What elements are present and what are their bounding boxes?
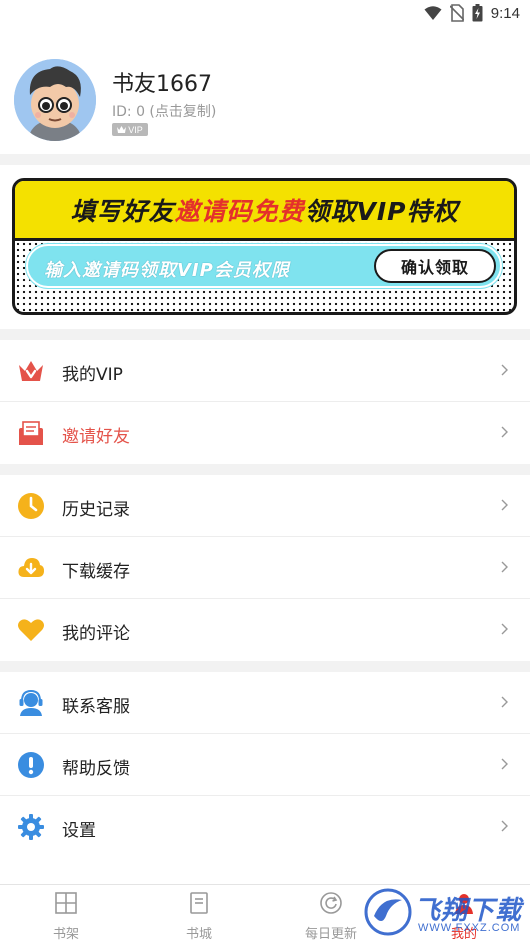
section-divider bbox=[0, 154, 530, 165]
invite-code-banner: 填写好友邀请码免费领取VIP特权 输入邀请码领取VIP会员权限 确认领取 bbox=[12, 178, 517, 315]
vip-badge: VIP bbox=[112, 123, 148, 136]
menu-label: 联系客服 bbox=[62, 697, 130, 717]
status-time: 9:14 bbox=[490, 4, 520, 22]
chevron-right-icon bbox=[501, 499, 508, 511]
menu-item-settings[interactable]: 设置 bbox=[0, 796, 530, 858]
chevron-right-icon bbox=[501, 561, 508, 573]
section-divider bbox=[0, 464, 530, 475]
customer-service-icon bbox=[19, 689, 43, 716]
invite-envelope-icon bbox=[19, 421, 43, 445]
refresh-icon bbox=[320, 892, 342, 914]
chevron-right-icon bbox=[501, 426, 508, 438]
menu-item-history[interactable]: 历史记录 bbox=[0, 475, 530, 537]
status-icons: 9:14 bbox=[424, 4, 520, 22]
username: 书友1667 bbox=[112, 72, 212, 97]
banner-title-part3: 免费 bbox=[252, 196, 305, 226]
menu-item-help-feedback[interactable]: 帮助反馈 bbox=[0, 734, 530, 796]
exclamation-icon bbox=[18, 752, 44, 778]
tab-label: 每日更新 bbox=[304, 927, 357, 942]
banner-title-part4: 领取VIP特权 bbox=[304, 196, 459, 226]
menu-item-customer-service[interactable]: 联系客服 bbox=[0, 672, 530, 734]
user-id-copy[interactable]: ID: 0 (点击复制) bbox=[112, 101, 216, 121]
vip-badge-label: VIP bbox=[128, 124, 143, 135]
tab-bookstore[interactable]: 书城 bbox=[159, 891, 239, 942]
cartoon-avatar-icon bbox=[14, 59, 96, 141]
clock-icon bbox=[18, 493, 44, 519]
cloud-download-icon bbox=[18, 558, 45, 577]
menu-label: 我的评论 bbox=[62, 624, 130, 644]
crown-icon bbox=[117, 126, 127, 133]
chevron-right-icon bbox=[501, 758, 508, 770]
vip-crown-icon bbox=[19, 361, 43, 381]
avatar[interactable] bbox=[14, 59, 96, 141]
menu-label: 邀请好友 bbox=[62, 427, 130, 447]
book-icon bbox=[190, 892, 208, 914]
menu-label: 历史记录 bbox=[62, 500, 130, 520]
menu-label: 帮助反馈 bbox=[62, 759, 130, 779]
invite-code-input[interactable]: 输入邀请码领取VIP会员权限 确认领取 bbox=[26, 244, 502, 288]
confirm-claim-button[interactable]: 确认领取 bbox=[374, 249, 496, 283]
chevron-right-icon bbox=[501, 623, 508, 635]
tab-label: 书架 bbox=[52, 927, 79, 942]
menu-label: 设置 bbox=[62, 821, 96, 841]
watermark: 飞翔下载 WWW.FXXZ.COM bbox=[364, 884, 524, 940]
banner-title-part2: 邀请码 bbox=[174, 196, 253, 226]
tab-bookshelf[interactable]: 书架 bbox=[26, 891, 106, 942]
wifi-icon bbox=[424, 6, 442, 20]
chevron-right-icon bbox=[501, 364, 508, 376]
banner-title-bar: 填写好友邀请码免费领取VIP特权 bbox=[15, 181, 514, 241]
invite-code-placeholder[interactable]: 输入邀请码领取VIP会员权限 bbox=[44, 256, 290, 282]
profile-header[interactable]: 书友1667 ID: 0 (点击复制) VIP bbox=[0, 30, 530, 152]
heart-icon bbox=[18, 619, 44, 641]
bookshelf-icon bbox=[55, 892, 77, 914]
tab-label: 书城 bbox=[185, 927, 212, 942]
menu-label: 我的VIP bbox=[62, 365, 123, 385]
chevron-right-icon bbox=[501, 696, 508, 708]
chevron-right-icon bbox=[501, 820, 508, 832]
status-bar: 9:14 bbox=[0, 0, 530, 30]
menu-item-my-comments[interactable]: 我的评论 bbox=[0, 599, 530, 661]
menu-item-invite-friends[interactable]: 邀请好友 bbox=[0, 402, 530, 464]
no-sim-icon bbox=[449, 4, 464, 22]
gear-icon bbox=[18, 814, 44, 840]
menu-item-download-cache[interactable]: 下载缓存 bbox=[0, 537, 530, 599]
section-divider bbox=[0, 661, 530, 672]
menu-item-my-vip[interactable]: 我的VIP bbox=[0, 340, 530, 402]
battery-charging-icon bbox=[472, 4, 483, 22]
watermark-sub: WWW.FXXZ.COM bbox=[418, 922, 521, 934]
menu-label: 下载缓存 bbox=[62, 562, 130, 582]
banner-title: 填写好友邀请码免费领取VIP特权 bbox=[70, 192, 458, 228]
watermark-logo-icon bbox=[364, 888, 412, 936]
tab-daily-update[interactable]: 每日更新 bbox=[291, 891, 371, 942]
banner-title-part1: 填写好友 bbox=[70, 196, 175, 226]
section-divider bbox=[0, 329, 530, 340]
